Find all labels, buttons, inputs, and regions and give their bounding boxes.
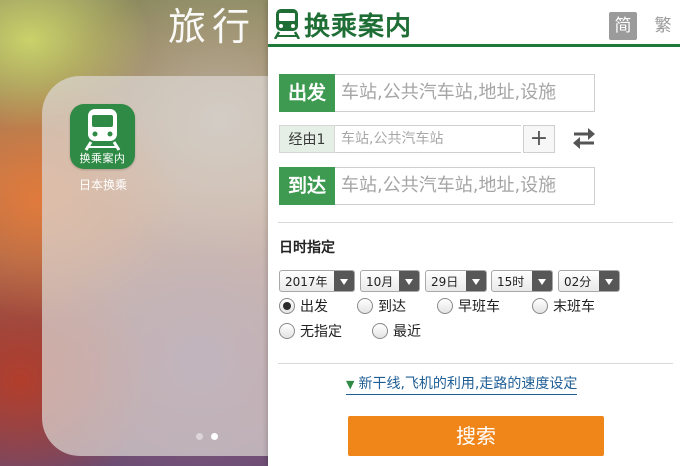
section-divider (278, 363, 673, 364)
datetime-heading: 日时指定 (279, 240, 335, 256)
section-divider (278, 222, 673, 223)
radio-last-train[interactable]: 末班车 (532, 298, 595, 316)
hour-select-value: 15时 (497, 275, 525, 289)
page-dot-1[interactable] (196, 433, 203, 440)
app-header: 换乘案内 简 繁 (268, 0, 680, 47)
minute-select[interactable]: 02分 (558, 270, 620, 292)
radio-latest-label: 最近 (393, 324, 421, 340)
radio-arrive-label: 到达 (378, 299, 406, 315)
transfer-guide-app: 换乘案内 简 繁 出发 车站,公共汽车站,地址,设施 经由1 车站,公共汽车站 … (268, 0, 680, 466)
arrival-input[interactable]: 车站,公共汽车站,地址,设施 (335, 167, 595, 205)
chevron-down-icon (532, 271, 552, 291)
page-dot-2[interactable] (211, 433, 218, 440)
day-select[interactable]: 29日 (425, 270, 487, 292)
radio-unspecified[interactable]: 无指定 (279, 323, 342, 341)
chevron-down-icon (399, 271, 419, 291)
radio-first-train[interactable]: 早班车 (437, 298, 500, 316)
swap-stations-icon[interactable] (571, 126, 597, 150)
radio-unspecified-label: 无指定 (300, 324, 342, 340)
year-select-value: 2017年 (285, 275, 328, 289)
radio-depart-label: 出发 (300, 299, 328, 315)
month-select-value: 10月 (366, 275, 394, 289)
radio-unselected-icon (372, 323, 388, 339)
train-logo-icon (274, 9, 300, 39)
app-title: 换乘案内 (304, 12, 413, 42)
advanced-settings-link[interactable]: ▼ 新干线,飞机的利用,走路的速度设定 (346, 373, 578, 395)
month-select[interactable]: 10月 (360, 270, 420, 292)
search-button[interactable]: 搜索 (348, 416, 604, 456)
advanced-settings-label: 新干线,飞机的利用,走路的速度设定 (358, 376, 578, 392)
radio-unselected-icon (357, 298, 373, 314)
departure-label: 出发 (279, 74, 335, 112)
app-icon-label: 换乘案内 (79, 152, 126, 165)
radio-selected-icon (279, 298, 295, 314)
radio-unselected-icon (532, 298, 548, 314)
add-via-button[interactable]: + (523, 125, 555, 153)
triangle-down-icon: ▼ (346, 378, 355, 391)
simplified-chinese-button[interactable]: 简 (609, 12, 637, 40)
page-indicator[interactable] (196, 425, 226, 444)
minute-select-value: 02分 (564, 275, 592, 289)
radio-unselected-icon (437, 298, 453, 314)
hour-select[interactable]: 15时 (491, 270, 553, 292)
radio-depart[interactable]: 出发 (279, 298, 328, 316)
radio-latest[interactable]: 最近 (372, 323, 421, 341)
via-label: 经由1 (279, 125, 335, 153)
chevron-down-icon (466, 271, 486, 291)
train-icon (84, 109, 121, 151)
day-select-value: 29日 (431, 275, 459, 289)
departure-input[interactable]: 车站,公共汽车站,地址,设施 (335, 74, 595, 112)
year-select[interactable]: 2017年 (279, 270, 355, 292)
chevron-down-icon (599, 271, 619, 291)
chevron-down-icon (334, 271, 354, 291)
home-screen-folder: 旅行 换乘案内 日本换乘 (0, 0, 268, 466)
app-icon-transfer-guide[interactable]: 换乘案内 (70, 104, 135, 169)
arrival-label: 到达 (279, 167, 335, 205)
app-name-label: 日本换乘 (78, 178, 127, 192)
radio-unselected-icon (279, 323, 295, 339)
radio-first-train-label: 早班车 (458, 299, 500, 315)
radio-last-train-label: 末班车 (553, 299, 595, 315)
folder-title: 旅行 (168, 5, 257, 49)
header-divider (268, 44, 680, 47)
traditional-chinese-button[interactable]: 繁 (651, 12, 675, 40)
radio-arrive[interactable]: 到达 (357, 298, 406, 316)
via-input[interactable]: 车站,公共汽车站 (335, 125, 521, 153)
